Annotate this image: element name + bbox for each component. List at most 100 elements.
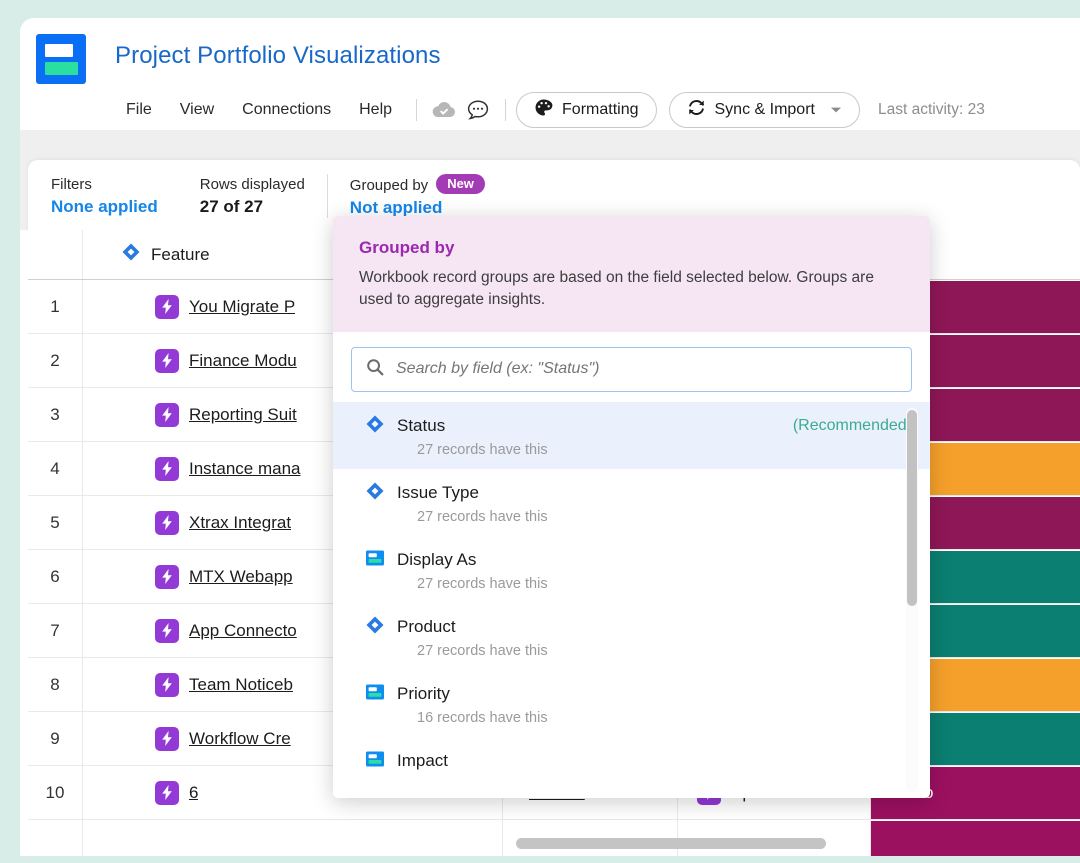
field-search-box[interactable] — [351, 346, 912, 392]
chat-bubble-icon[interactable] — [461, 94, 495, 126]
menu-divider-1 — [416, 99, 418, 121]
sync-import-button[interactable]: Sync & Import — [668, 92, 860, 128]
row-number: 4 — [28, 442, 83, 495]
rows-block: Rows displayed 27 of 27 — [200, 176, 305, 217]
column-header-feature-label: Feature — [151, 244, 210, 264]
app-frame: Project Portfolio Visualizations File Vi… — [0, 0, 1080, 863]
menu-item-file[interactable]: File — [112, 95, 166, 125]
vertical-scrollbar-thumb[interactable] — [907, 409, 917, 606]
purple-bolt-icon — [155, 564, 179, 589]
field-option-impact[interactable]: Impact — [333, 737, 930, 785]
purple-bolt-icon — [155, 780, 179, 805]
popup-header: Grouped by Workbook record groups are ba… — [333, 216, 930, 332]
feature-link: 6 — [189, 782, 199, 802]
grouped-by-block: Grouped by New Not applied — [350, 174, 485, 218]
feature-link: MTX Webapp — [189, 566, 293, 586]
workbook-field-icon — [365, 548, 385, 573]
filters-value[interactable]: None applied — [51, 197, 158, 217]
feature-link: Finance Modu — [189, 350, 297, 370]
blue-diamond-icon — [121, 242, 141, 267]
blue-diamond-icon — [365, 414, 385, 439]
field-option-name: Priority — [397, 684, 450, 704]
menu-divider-2 — [505, 99, 507, 121]
filterbar-divider — [326, 174, 328, 218]
row-number: 7 — [28, 604, 83, 657]
cloud-check-icon[interactable] — [427, 94, 461, 126]
formatting-button[interactable]: Formatting — [516, 92, 657, 128]
workbook-field-icon — [365, 749, 385, 774]
field-options-list: Status (Recommended) 27 records have this I… — [333, 401, 930, 798]
field-option-count: 27 records have this — [417, 441, 548, 458]
purple-bolt-icon — [155, 348, 179, 373]
field-option-name: Display As — [397, 550, 477, 570]
rows-displayed-label: Rows displayed — [199, 175, 305, 193]
purple-bolt-icon — [155, 618, 179, 643]
grouped-by-value[interactable]: Not applied — [350, 198, 485, 218]
field-option-count: 27 records have this — [417, 642, 548, 659]
workbook-logo-icon — [36, 34, 86, 84]
grouped-by-label-text: Grouped by — [349, 177, 429, 194]
field-option-count: 27 records have this — [417, 508, 548, 525]
filters-label: Filters — [51, 175, 92, 193]
column-header-rownum — [28, 230, 83, 279]
rows-displayed-value: 27 of 27 — [199, 196, 264, 216]
workbook-field-icon — [365, 682, 385, 707]
purple-bolt-icon — [155, 402, 179, 427]
popup-description: Workbook record groups are based on the … — [359, 269, 874, 309]
menu-item-view[interactable]: View — [166, 95, 228, 125]
purple-bolt-icon — [155, 672, 179, 697]
filters-block: Filters None applied — [51, 176, 158, 217]
search-input[interactable] — [396, 360, 897, 379]
field-option-product[interactable]: Product 27 records have this — [333, 603, 930, 670]
feature-link: Team Noticeb — [189, 674, 293, 694]
feature-link: App Connecto — [189, 620, 297, 640]
logo-bar-white — [45, 44, 73, 57]
purple-bolt-icon — [155, 510, 179, 535]
blue-diamond-icon — [365, 615, 385, 640]
search-icon — [366, 358, 384, 381]
field-option-status[interactable]: Status (Recommended) 27 records have this — [333, 401, 930, 469]
row-number: 10 — [28, 766, 83, 819]
menu-item-connections[interactable]: Connections — [228, 95, 345, 125]
palette-icon — [534, 98, 553, 122]
menu-item-help[interactable]: Help — [345, 95, 406, 125]
purple-bolt-icon — [155, 726, 179, 751]
row-number: 1 — [28, 280, 83, 333]
blue-diamond-icon — [365, 481, 385, 506]
field-option-count: 16 records have this — [417, 709, 548, 726]
page-title: Project Portfolio Visualizations — [115, 42, 441, 69]
refresh-icon — [687, 98, 706, 122]
row-number: 3 — [28, 388, 83, 441]
feature-link: Reporting Suit — [189, 404, 297, 424]
field-option-priority[interactable]: Priority 16 records have this — [333, 670, 930, 737]
field-option-name: Product — [397, 617, 456, 637]
field-option-name: Impact — [397, 751, 449, 771]
filterbar-area: Filters None applied Rows displayed 27 o… — [20, 130, 1080, 232]
app-window: Project Portfolio Visualizations File Vi… — [20, 18, 1080, 856]
field-option-count: 27 records have this — [417, 575, 548, 592]
chevron-down-icon[interactable] — [830, 101, 842, 119]
field-option-name: Issue Type — [397, 483, 479, 503]
row-number: 8 — [28, 658, 83, 711]
feature-link: Instance mana — [189, 458, 301, 478]
last-activity-text: Last activity: 23 — [877, 101, 985, 118]
purple-bolt-icon — [155, 456, 179, 481]
row-number: 6 — [28, 550, 83, 603]
sync-import-button-label: Sync & Import — [714, 101, 815, 118]
recommended-label: (Recommended) — [792, 417, 912, 435]
formatting-button-label: Formatting — [562, 101, 639, 118]
grouped-by-label: Grouped by New — [350, 174, 485, 194]
feature-link: Xtrax Integrat — [189, 512, 292, 532]
new-badge: New — [436, 174, 485, 194]
horizontal-scrollbar[interactable] — [36, 836, 1080, 850]
field-option-display-as[interactable]: Display As 27 records have this — [333, 536, 930, 603]
row-number: 2 — [28, 334, 83, 387]
field-option-issue-type[interactable]: Issue Type 27 records have this — [333, 469, 930, 536]
purple-bolt-icon — [155, 294, 179, 319]
app-header: Project Portfolio Visualizations File Vi… — [20, 18, 1080, 130]
feature-link: Workflow Cre — [189, 728, 291, 748]
row-number: 9 — [28, 712, 83, 765]
logo-bar-green — [45, 62, 78, 75]
menu-bar: File View Connections Help Formatting Sy… — [112, 90, 985, 130]
horizontal-scrollbar-thumb[interactable] — [516, 838, 826, 849]
